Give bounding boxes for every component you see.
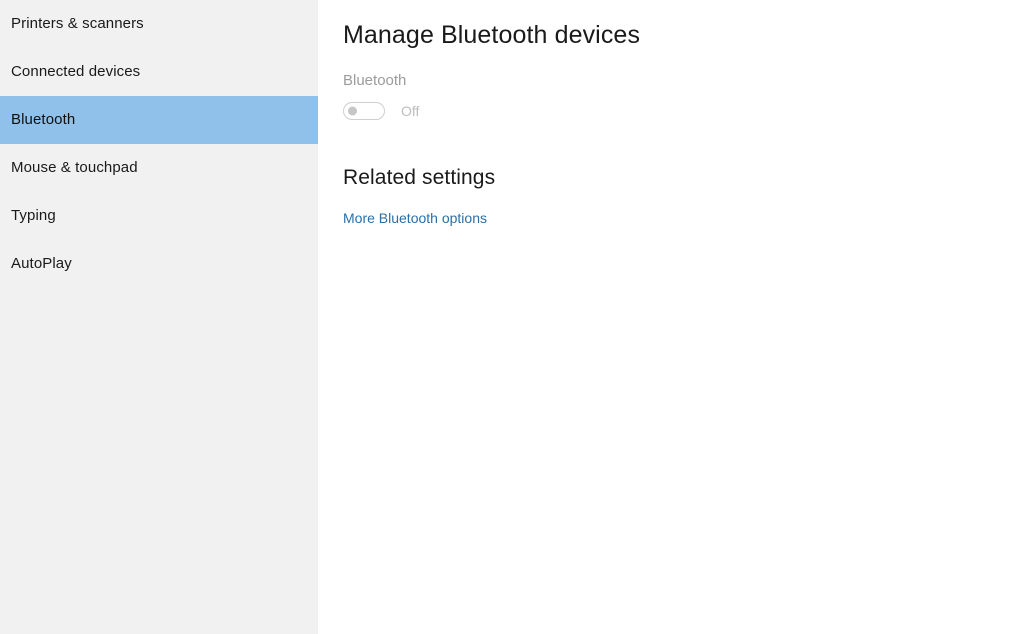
settings-sidebar: Printers & scanners Connected devices Bl… xyxy=(0,0,318,634)
toggle-knob xyxy=(348,106,357,116)
sidebar-item-connected-devices[interactable]: Connected devices xyxy=(0,48,318,96)
sidebar-nav-list: Printers & scanners Connected devices Bl… xyxy=(0,0,318,288)
sidebar-item-autoplay[interactable]: AutoPlay xyxy=(0,240,318,288)
settings-window: Printers & scanners Connected devices Bl… xyxy=(0,0,1024,634)
sidebar-item-label: Bluetooth xyxy=(11,111,76,128)
related-settings-heading: Related settings xyxy=(343,166,496,189)
settings-content-pane: Manage Bluetooth devices Bluetooth Off R… xyxy=(318,0,1024,634)
sidebar-item-mouse-and-touchpad[interactable]: Mouse & touchpad xyxy=(0,144,318,192)
sidebar-item-label: Printers & scanners xyxy=(11,15,144,32)
sidebar-item-label: AutoPlay xyxy=(11,255,72,272)
page-title: Manage Bluetooth devices xyxy=(343,21,641,49)
sidebar-item-label: Typing xyxy=(11,207,56,224)
more-bluetooth-options-link[interactable]: More Bluetooth options xyxy=(343,209,487,228)
bluetooth-toggle-row: Off xyxy=(343,101,1024,121)
bluetooth-toggle-state: Off xyxy=(401,103,420,119)
bluetooth-toggle-switch[interactable] xyxy=(343,102,385,120)
bluetooth-section: Bluetooth Off xyxy=(343,71,1024,121)
related-settings-section: Related settings More Bluetooth options xyxy=(343,164,1024,228)
sidebar-item-typing[interactable]: Typing xyxy=(0,192,318,240)
sidebar-item-printers-and-scanners[interactable]: Printers & scanners xyxy=(0,0,318,48)
sidebar-item-label: Connected devices xyxy=(11,63,141,80)
bluetooth-toggle-label: Bluetooth xyxy=(343,72,407,89)
sidebar-item-bluetooth[interactable]: Bluetooth xyxy=(0,96,318,144)
sidebar-item-label: Mouse & touchpad xyxy=(11,159,138,176)
